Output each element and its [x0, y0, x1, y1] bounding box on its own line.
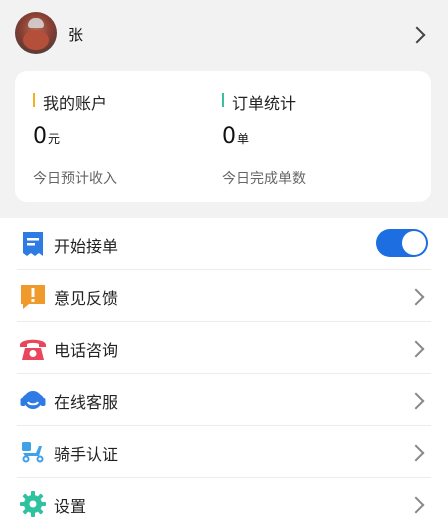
- profile-name: 张: [68, 26, 84, 44]
- menu-item-label: 开始接单: [54, 237, 119, 256]
- receipt-icon: [23, 232, 43, 256]
- orders-value: 0: [222, 124, 236, 149]
- gear-icon: [20, 491, 46, 517]
- chevron-right-icon: [407, 392, 425, 410]
- menu-item-phone[interactable]: 电话咨询: [0, 322, 448, 374]
- chevron-right-icon: [407, 496, 425, 514]
- toggle-knob[interactable]: [402, 231, 426, 255]
- menu-item-label: 设置: [54, 497, 87, 516]
- account-subtitle: 今日预计收入: [33, 171, 117, 187]
- start-orders-toggle[interactable]: [376, 229, 428, 257]
- menu-item-label: 骑手认证: [54, 445, 119, 464]
- account-stat[interactable]: 我的账户 0元 今日预计收入: [33, 71, 223, 202]
- orders-stat[interactable]: 订单统计 0单 今日完成单数: [222, 71, 412, 202]
- menu-item-online-service[interactable]: 在线客服: [0, 374, 448, 426]
- menu-item-rider-verification[interactable]: 骑手认证: [0, 426, 448, 478]
- chevron-right-icon: [407, 444, 425, 462]
- account-accent-bar: [33, 93, 35, 107]
- profile-header[interactable]: 张: [0, 0, 448, 68]
- menu-item-label: 在线客服: [54, 393, 119, 412]
- orders-unit: 单: [237, 132, 250, 146]
- menu-item-start-orders[interactable]: 开始接单: [0, 218, 448, 270]
- account-value-line: 0元: [33, 124, 60, 149]
- chevron-right-icon: [407, 288, 425, 306]
- headset-icon: [20, 391, 46, 409]
- menu-item-settings[interactable]: 设置: [0, 478, 448, 530]
- account-title: 我的账户: [43, 94, 108, 113]
- feedback-icon: [21, 285, 45, 309]
- menu-item-label: 意见反馈: [54, 289, 119, 308]
- menu-item-feedback[interactable]: 意见反馈: [0, 270, 448, 322]
- orders-value-line: 0单: [222, 124, 249, 149]
- account-unit: 元: [48, 132, 61, 146]
- scooter-icon: [22, 442, 44, 463]
- stats-card: 我的账户 0元 今日预计收入 订单统计 0单 今日完成单数: [15, 71, 431, 202]
- avatar-cap-shape: [28, 18, 44, 28]
- orders-accent-bar: [222, 93, 224, 107]
- menu-item-label: 电话咨询: [54, 341, 119, 360]
- phone-icon: [20, 339, 46, 360]
- orders-title: 订单统计: [232, 94, 297, 113]
- orders-subtitle: 今日完成单数: [222, 171, 306, 187]
- avatar-body-shape: [23, 30, 49, 50]
- avatar[interactable]: [15, 12, 57, 54]
- account-value: 0: [33, 124, 47, 149]
- chevron-right-icon: [407, 340, 425, 358]
- chevron-right-icon[interactable]: [408, 26, 426, 44]
- menu-list: 开始接单 意见反馈 电话咨询 在线客服 骑手认证 设置: [0, 218, 448, 530]
